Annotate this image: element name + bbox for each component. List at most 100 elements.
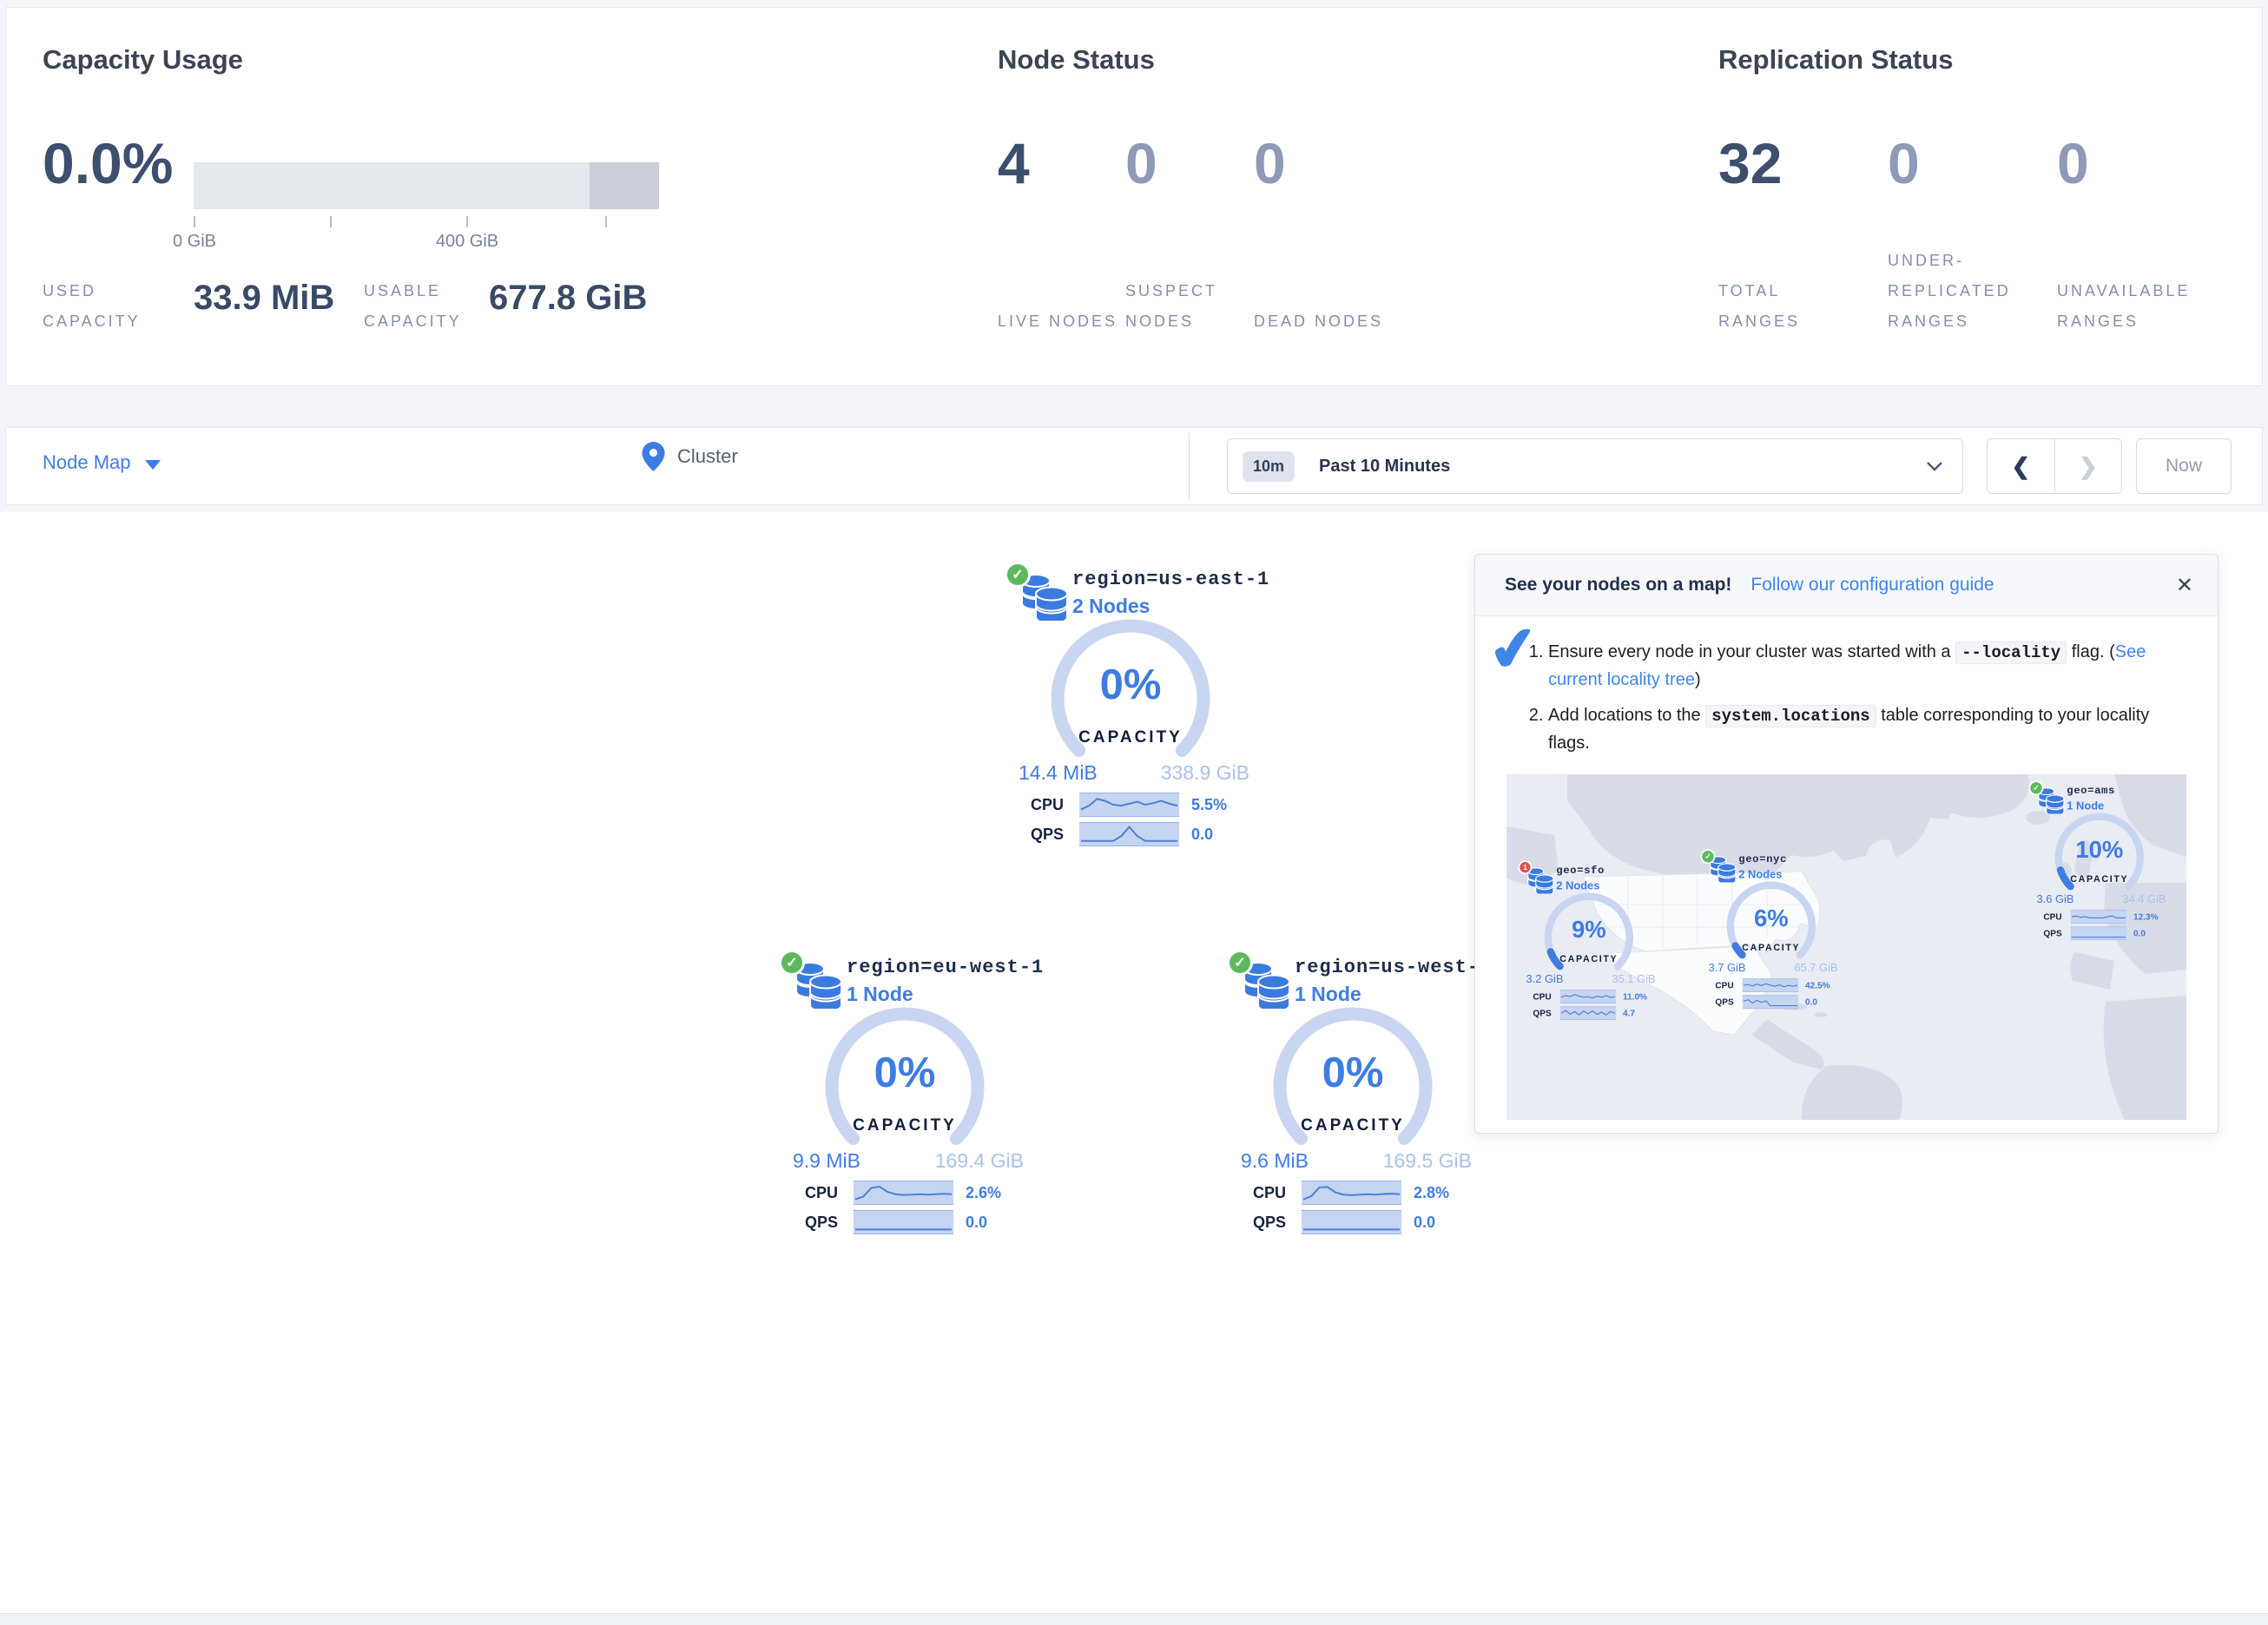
ok-badge: ✓: [1701, 849, 1716, 864]
capacity-values: 14.4 MiB 338.9 GiB: [1019, 761, 1249, 785]
qps-sparkline: [1302, 1210, 1401, 1234]
capacity-word: CAPACITY: [1540, 954, 1638, 964]
cpu-metric: CPU 11.0%: [1533, 990, 1647, 1003]
warning-badge: 1: [1519, 860, 1533, 874]
node-card-region=us-east-1[interactable]: ✓ region=us-east-1 2 Nodes 0% CAPACITY 1…: [996, 556, 1265, 852]
now-button[interactable]: Now: [2136, 438, 2232, 494]
qps-sparkline: [1743, 995, 1798, 1009]
capacity-gauge: 6% CAPACITY: [1723, 878, 1820, 975]
capacity-total: 34.4 GiB: [2122, 892, 2166, 905]
axis-tick-label: 0 GiB: [173, 232, 216, 252]
qps-label: QPS: [1031, 826, 1079, 844]
node-map-canvas: ✓ region=us-east-1 2 Nodes 0% CAPACITY 1…: [0, 512, 2268, 1613]
cpu-value: 11.0%: [1623, 991, 1647, 1002]
node-locality: region=us-west-1: [1295, 957, 1492, 978]
qps-label: QPS: [805, 1214, 854, 1232]
node-card-geo=sfo[interactable]: 1 geo=sfo 2 Nodes 9% CAPACITY 3.2 GiB 35…: [1513, 858, 1665, 1023]
node-locality: region=us-east-1: [1072, 569, 1269, 590]
time-prev-button[interactable]: ❮: [1988, 439, 2054, 493]
capacity-values: 3.7 GiB 65.7 GiB: [1709, 961, 1838, 974]
cpu-value: 5.5%: [1191, 796, 1227, 814]
node-locality: region=eu-west-1: [847, 957, 1044, 978]
configuration-guide-link[interactable]: Follow our configuration guide: [1750, 575, 1994, 595]
cpu-label: CPU: [2043, 911, 2070, 922]
caret-down-icon: [145, 460, 161, 470]
breadcrumb-cluster[interactable]: Cluster: [642, 442, 738, 471]
ok-badge: ✓: [2029, 780, 2044, 795]
time-range-badge: 10m: [1243, 451, 1295, 482]
qps-label: QPS: [1253, 1214, 1302, 1232]
capacity-percent: 6%: [1723, 905, 1820, 931]
unavailable-value: 0: [2057, 135, 2089, 192]
used-capacity-label: USED CAPACITY: [43, 276, 173, 337]
inline-code: system.locations: [1705, 705, 1876, 727]
capacity-word: CAPACITY: [1044, 728, 1217, 747]
qps-metric: QPS 0.0: [1253, 1210, 1435, 1234]
usable-capacity-label: USABLE CAPACITY: [364, 276, 494, 337]
live-nodes-value: 4: [998, 135, 1030, 192]
node-locality: geo=sfo: [1556, 865, 1605, 877]
axis-tick: [605, 216, 607, 227]
capacity-percent: 0%: [818, 1049, 992, 1097]
step-text: Ensure every node in your cluster was st…: [1548, 642, 1955, 661]
setup-step: Ensure every node in your cluster was st…: [1548, 639, 2192, 694]
qps-label: QPS: [1715, 997, 1742, 1007]
view-selector[interactable]: Node Map: [43, 451, 161, 474]
node-locality: geo=nyc: [1738, 853, 1787, 865]
qps-value: 0.0: [1191, 826, 1213, 844]
cpu-sparkline: [854, 1181, 953, 1205]
replication-status-title: Replication Status: [1718, 44, 1953, 76]
cpu-metric: CPU 42.5%: [1715, 978, 1830, 992]
qps-label: QPS: [1533, 1008, 1559, 1018]
qps-sparkline: [1560, 1006, 1616, 1020]
qps-sparkline: [1079, 822, 1179, 846]
under-replicated-label: UNDER-REPLICATED RANGES: [1888, 246, 2042, 337]
cpu-metric: CPU 2.8%: [1253, 1181, 1449, 1205]
popup-header: See your nodes on a map! Follow our conf…: [1475, 555, 2218, 616]
capacity-used: 9.9 MiB: [793, 1149, 860, 1173]
capacity-percent: 10%: [2051, 836, 2148, 863]
cpu-metric: CPU 2.6%: [805, 1181, 1001, 1205]
capacity-gauge: 10% CAPACITY: [2051, 809, 2148, 906]
capacity-values: 3.2 GiB 35.1 GiB: [1526, 972, 1656, 985]
usable-capacity-value: 677.8 GiB: [489, 279, 647, 318]
capacity-gauge: 0% CAPACITY: [818, 1000, 992, 1174]
qps-value: 0.0: [2133, 928, 2146, 938]
capacity-used: 14.4 MiB: [1019, 761, 1098, 785]
time-nav-group: ❮ ❯: [1987, 438, 2122, 494]
capacity-word: CAPACITY: [1723, 943, 1820, 953]
capacity-percent: 9%: [1540, 916, 1638, 943]
cpu-sparkline: [2071, 910, 2126, 924]
close-icon[interactable]: ✕: [2176, 573, 2193, 598]
node-card-region=us-west-1[interactable]: ✓ region=us-west-1 1 Node 0% CAPACITY 9.…: [1218, 944, 1487, 1240]
cpu-label: CPU: [1533, 991, 1559, 1002]
cpu-value: 2.8%: [1414, 1184, 1449, 1202]
cpu-metric: CPU 12.3%: [2043, 910, 2158, 924]
breadcrumb-label: Cluster: [677, 445, 738, 468]
capacity-used: 9.6 MiB: [1241, 1149, 1309, 1173]
capacity-word: CAPACITY: [818, 1116, 992, 1135]
capacity-values: 9.6 MiB 169.5 GiB: [1241, 1149, 1472, 1173]
toolbar-divider: [1189, 433, 1190, 499]
time-range-label: Past 10 Minutes: [1319, 457, 1450, 477]
capacity-total: 169.4 GiB: [935, 1149, 1024, 1173]
qps-metric: QPS 0.0: [2043, 926, 2146, 940]
suspect-nodes-value: 0: [1125, 135, 1157, 192]
node-card-geo=ams[interactable]: ✓ geo=ams 1 Node 10% CAPACITY 3.6 GiB 34…: [2024, 778, 2175, 943]
cpu-label: CPU: [1253, 1184, 1302, 1202]
step-text: ): [1695, 670, 1701, 689]
time-range-dropdown[interactable]: 10m Past 10 Minutes: [1227, 438, 1963, 494]
capacity-values: 9.9 MiB 169.4 GiB: [793, 1149, 1024, 1173]
node-card-geo=nyc[interactable]: ✓ geo=nyc 2 Nodes 6% CAPACITY 3.7 GiB 65…: [1696, 846, 1847, 1011]
setup-step: Add locations to the system.locations ta…: [1548, 702, 2192, 757]
cockroachdb-admin-node-map: Capacity Usage 0.0% 0 GiB 400 GiB USED C…: [0, 0, 2268, 1625]
capacity-gauge: 9% CAPACITY: [1540, 889, 1638, 986]
capacity-total: 169.5 GiB: [1383, 1149, 1472, 1173]
time-next-button[interactable]: ❯: [2054, 439, 2122, 493]
node-card-region=eu-west-1[interactable]: ✓ region=eu-west-1 1 Node 0% CAPACITY 9.…: [770, 944, 1039, 1240]
step-text: flag. (: [2067, 642, 2115, 661]
capacity-word: CAPACITY: [2051, 874, 2148, 885]
axis-tick-label: 400 GiB: [436, 232, 498, 252]
capacity-total: 338.9 GiB: [1161, 761, 1249, 785]
axis-tick: [466, 216, 468, 227]
